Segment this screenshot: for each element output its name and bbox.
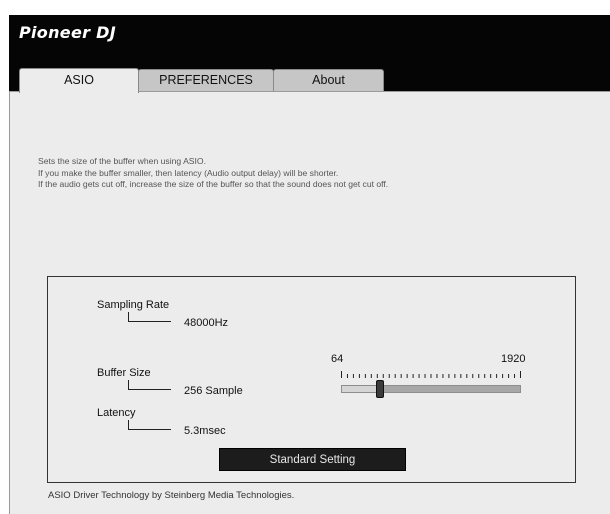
buffer-size-slider[interactable]	[341, 385, 521, 393]
pioneer-dj-logo: Pioneer DJ	[19, 23, 116, 42]
latency-value: 5.3msec	[184, 425, 226, 437]
standard-setting-button[interactable]: Standard Setting	[219, 448, 406, 471]
buffer-size-value: 256 Sample	[184, 385, 243, 397]
latency-label: Latency	[97, 407, 136, 419]
sampling-rate-connector	[128, 312, 171, 322]
sampling-rate-label: Sampling Rate	[97, 299, 170, 311]
slider-fill	[342, 386, 381, 392]
description-line-2: If you make the buffer smaller, then lat…	[38, 167, 339, 178]
description-line-1: Sets the size of the buffer when using A…	[38, 156, 206, 166]
tab-preferences[interactable]: PREFERENCES	[138, 69, 274, 91]
sampling-rate-value: 48000Hz	[184, 317, 229, 329]
slider-max-label: 1920	[501, 353, 526, 365]
description-line-3: If the audio gets cut off, increase the …	[38, 179, 389, 189]
tab-about[interactable]: About	[273, 69, 384, 91]
description-text: Sets the size of the buffer when using A…	[38, 156, 388, 191]
buffer-size-label: Buffer Size	[97, 367, 151, 379]
tab-asio[interactable]: ASIO	[19, 68, 139, 93]
buffer-size-connector	[128, 380, 171, 390]
slider-thumb[interactable]	[375, 380, 384, 398]
latency-connector	[128, 420, 171, 430]
slider-ticks	[341, 371, 521, 378]
slider-min-label: 64	[331, 353, 344, 365]
footer-credit: ASIO Driver Technology by Steinberg Medi…	[48, 490, 295, 501]
